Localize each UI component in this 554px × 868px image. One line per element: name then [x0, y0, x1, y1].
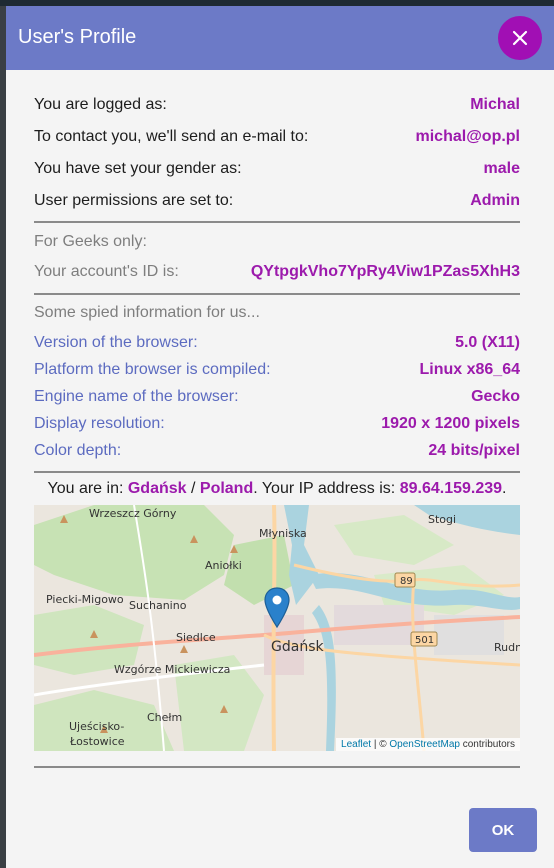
road-89-label: 89	[400, 576, 413, 587]
map-label-chelm: Chełm	[147, 711, 182, 724]
color-depth-row: Color depth: 24 bits/pixel	[34, 437, 520, 464]
location-city: Gdańsk	[127, 480, 187, 497]
location-prefix: You are in:	[47, 480, 128, 497]
location-suffix: .	[502, 480, 507, 497]
dialog-content: You are logged as: Michal To contact you…	[34, 70, 520, 768]
geeks-heading: For Geeks only:	[34, 233, 147, 250]
engine-value: Gecko	[471, 387, 520, 405]
user-profile-dialog: User's Profile You are logged as: Michal…	[6, 6, 554, 868]
spied-heading: Some spied information for us...	[34, 304, 260, 321]
close-icon	[512, 30, 528, 46]
gender-label: You have set your gender as:	[34, 160, 242, 177]
divider	[34, 293, 520, 295]
map-label-wrzeszcz: Wrzeszcz Górny	[89, 507, 177, 520]
dialog-header: User's Profile	[6, 6, 554, 70]
platform-row: Platform the browser is compiled: Linux …	[34, 356, 520, 383]
browser-version-label: Version of the browser:	[34, 333, 198, 351]
map-label-siedlce: Siedlce	[176, 631, 216, 644]
divider	[34, 221, 520, 223]
dialog-title: User's Profile	[18, 26, 137, 48]
permissions-label: User permissions are set to:	[34, 192, 234, 209]
platform-label: Platform the browser is compiled:	[34, 360, 271, 378]
ip-address: 89.64.159.239	[399, 480, 503, 497]
map-label-rudn: Rudn	[494, 641, 520, 654]
map-attribution: Leaflet | © OpenStreetMap contributors	[336, 738, 520, 751]
engine-row: Engine name of the browser: Gecko	[34, 383, 520, 410]
email-row: To contact you, we'll send an e-mail to:…	[34, 121, 520, 153]
platform-value: Linux x86_64	[419, 360, 521, 378]
resolution-value: 1920 x 1200 pixels	[381, 414, 520, 432]
logged-as-row: You are logged as: Michal	[34, 89, 520, 121]
gender-value: male	[483, 160, 520, 177]
browser-version-row: Version of the browser: 5.0 (X11)	[34, 329, 520, 356]
map-label-gdansk: Gdańsk	[271, 639, 324, 655]
logged-as-value: Michal	[470, 96, 520, 113]
osm-link[interactable]: OpenStreetMap	[389, 739, 460, 750]
email-label: To contact you, we'll send an e-mail to:	[34, 128, 309, 145]
attribution-suffix: contributors	[459, 739, 515, 750]
location-marker-icon[interactable]	[264, 587, 290, 629]
map-label-lostowice: Łostowice	[69, 735, 125, 748]
account-id-label: Your account's ID is:	[34, 263, 179, 280]
location-country: Poland	[199, 480, 254, 497]
logged-as-label: You are logged as:	[34, 96, 167, 113]
map-label-mlyniska: Młyniska	[259, 527, 307, 540]
account-id-row: Your account's ID is: QYtpgkVho7YpRy4Viw…	[34, 256, 520, 288]
resolution-row: Display resolution: 1920 x 1200 pixels	[34, 410, 520, 437]
ip-text: . Your IP address is:	[253, 480, 400, 497]
gender-row: You have set your gender as: male	[34, 153, 520, 185]
leaflet-link[interactable]: Leaflet	[341, 739, 371, 750]
road-501-label: 501	[415, 635, 434, 646]
resolution-label: Display resolution:	[34, 414, 165, 432]
account-id-value: QYtpgkVho7YpRy4Viw1PZas5XhH3	[250, 263, 520, 280]
map-label-aniolki: Aniołki	[205, 559, 242, 572]
email-value: michal@op.pl	[415, 128, 521, 145]
browser-version-value: 5.0 (X11)	[455, 333, 520, 351]
location-line: You are in: Gdańsk / Poland. Your IP add…	[34, 473, 520, 505]
close-button[interactable]	[498, 16, 542, 60]
location-sep: /	[186, 480, 200, 497]
permissions-value: Admin	[470, 192, 520, 209]
map-label-wzgorze: Wzgórze Mickiewicza	[114, 663, 230, 676]
attribution-sep: | ©	[371, 739, 390, 750]
map-label-ujescisko: Ujeścisko-	[69, 720, 124, 733]
color-depth-label: Color depth:	[34, 441, 122, 459]
permissions-row: User permissions are set to: Admin	[34, 185, 520, 217]
location-map[interactable]: Wrzeszcz Górny Młyniska Stogi Aniołki Pi…	[34, 505, 520, 751]
engine-label: Engine name of the browser:	[34, 387, 239, 405]
divider	[34, 766, 520, 768]
ok-button[interactable]: OK	[469, 808, 537, 852]
color-depth-value: 24 bits/pixel	[428, 441, 520, 459]
map-label-stogi: Stogi	[428, 513, 456, 526]
map-label-piecki: Piecki-Migowo	[46, 593, 124, 606]
map-label-suchanino: Suchanino	[129, 599, 187, 612]
